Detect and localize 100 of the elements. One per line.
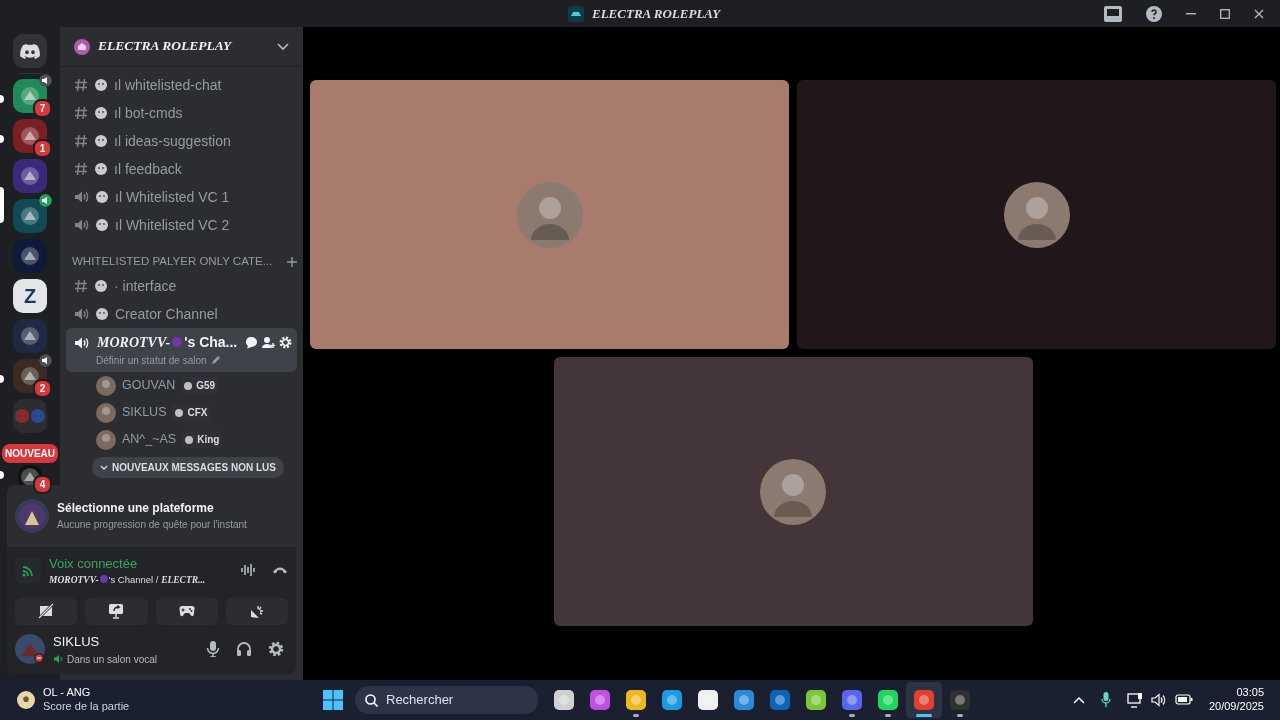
voice-channel-item[interactable]: MOROTVV- 's Cha... Définir un statut de salon	[66, 328, 297, 373]
inbox-icon[interactable]	[1104, 5, 1122, 22]
channel-name: MOROTVV- 's Cha...	[97, 333, 238, 353]
speaker-icon	[74, 307, 89, 322]
battery-icon[interactable]	[1174, 692, 1193, 705]
chat-icon[interactable]	[245, 336, 259, 350]
chevron-up-icon[interactable]	[1072, 696, 1085, 704]
maximize-icon[interactable]	[1220, 8, 1230, 19]
avatar-icon	[96, 402, 116, 423]
speaker-icon	[53, 654, 63, 665]
date-text: 20/09/2025	[1208, 700, 1264, 714]
soundboard-button[interactable]	[225, 597, 288, 625]
emoji-icon	[95, 218, 109, 232]
emoji-icon	[94, 78, 108, 92]
hash-icon	[74, 162, 88, 176]
server-icon[interactable]	[13, 239, 47, 273]
screen-share-button[interactable]	[85, 597, 148, 625]
weather-widget[interactable]: OL - ANG Score de la partie	[0, 686, 315, 714]
camera-off-icon	[38, 603, 55, 620]
speaker-icon	[74, 190, 89, 204]
new-messages-button[interactable]: NOUVEAUX MESSAGES NON LUS	[92, 457, 284, 478]
widget-subtitle: Score de la partie	[43, 700, 130, 714]
search-field[interactable]: Rechercher	[355, 686, 538, 714]
hash-icon	[74, 134, 88, 148]
emoji-icon	[95, 307, 109, 322]
pencil-icon[interactable]	[210, 356, 220, 366]
minimize-icon[interactable]	[1186, 12, 1196, 15]
camera-off-button[interactable]	[15, 597, 78, 625]
new-label: NOUVEAU	[2, 444, 58, 463]
voice-member[interactable]: SIKLUS CFX	[60, 399, 303, 427]
server-logo-icon	[74, 38, 90, 55]
close-icon[interactable]	[1254, 8, 1264, 19]
chevron-down-icon	[100, 465, 108, 470]
avatar-icon	[96, 429, 116, 450]
speaker-icon	[74, 218, 89, 232]
server-icon[interactable]	[13, 119, 47, 153]
emoji-icon	[94, 279, 108, 294]
microphone-icon[interactable]	[206, 641, 220, 658]
emoji-icon	[95, 190, 109, 204]
hang-up-icon[interactable]	[272, 566, 288, 575]
network-icon[interactable]	[1126, 692, 1143, 708]
video-tile[interactable]	[797, 80, 1276, 349]
channel-item[interactable]: ıl Whitelisted VC 2	[66, 211, 297, 239]
chevron-down-icon	[277, 42, 289, 51]
emoji-icon	[94, 162, 108, 176]
user-avatar[interactable]	[15, 634, 45, 665]
plus-icon[interactable]	[287, 256, 297, 267]
emoji-icon	[94, 106, 108, 120]
server-icon[interactable]: Z	[13, 279, 47, 313]
headphones-icon[interactable]	[236, 641, 252, 658]
sound-wave-icon[interactable]	[240, 563, 256, 578]
notification-badge: 4	[33, 475, 52, 494]
home-button[interactable]	[13, 34, 47, 68]
channel-item[interactable]: ıl bot-cmds	[66, 99, 297, 127]
channel-item[interactable]: ıl ideas-suggestion	[66, 127, 297, 155]
server-folder-drawing	[15, 409, 45, 423]
football-icon	[17, 691, 35, 709]
search-icon	[365, 693, 378, 707]
taskbar-app-button[interactable]	[906, 682, 942, 718]
activity-button[interactable]	[155, 597, 218, 625]
server-icon[interactable]	[13, 159, 47, 193]
channel-item[interactable]: · interface	[66, 272, 297, 301]
discord-logo-icon	[20, 43, 40, 59]
speaker-icon	[74, 335, 89, 350]
hash-icon	[74, 279, 88, 294]
server-icon[interactable]	[13, 319, 47, 353]
volume-icon[interactable]	[1150, 692, 1167, 707]
video-tile[interactable]	[553, 357, 1033, 626]
hash-icon	[74, 78, 88, 92]
user-status: Dans un salon vocal	[67, 652, 158, 667]
member-tag: CFX	[172, 404, 211, 422]
channel-item[interactable]: ıl Whitelisted VC 1	[66, 183, 297, 211]
status-link: Définir un statut de salon	[96, 354, 207, 369]
soundboard-icon	[248, 603, 265, 620]
notification-badge: 1	[33, 139, 52, 158]
video-tile[interactable]	[310, 80, 789, 349]
quest-subtitle: Aucune progression de quête pour l'instant	[57, 518, 247, 533]
voice-status: Voix connectée	[49, 554, 139, 573]
server-header[interactable]: ELECTRA ROLEPLAY	[60, 27, 303, 67]
voice-member[interactable]: GOUVAN G59	[60, 372, 303, 400]
help-icon[interactable]	[1146, 5, 1162, 22]
server-icon[interactable]	[13, 199, 47, 233]
category-title: WHITELISTED PALYER ONLY CATE...	[72, 254, 273, 269]
channel-item[interactable]: ıl whitelisted-chat	[66, 71, 297, 99]
hash-icon	[74, 106, 88, 120]
username: SIKLUS	[53, 633, 101, 652]
voice-member[interactable]: AN^_~AS King	[60, 426, 303, 454]
app-logo-icon	[568, 5, 584, 22]
windows-logo-icon	[323, 690, 343, 710]
add-user-icon[interactable]	[262, 336, 276, 350]
voice-channel-link[interactable]: MOROTVV- 's Channel / ELECTR...	[49, 573, 206, 588]
notification-badge: 2	[33, 379, 52, 398]
settings-icon[interactable]	[268, 641, 284, 658]
widget-title: OL - ANG	[43, 686, 92, 700]
channel-item[interactable]: ıl feedback	[66, 155, 297, 183]
clock[interactable]: 03:05 20/09/2025	[1208, 686, 1264, 714]
time-text: 03:05	[1235, 686, 1264, 700]
microphone-icon[interactable]	[1100, 692, 1111, 708]
channel-item[interactable]: Creator Channel	[66, 300, 297, 329]
member-tag: G59	[181, 377, 219, 395]
